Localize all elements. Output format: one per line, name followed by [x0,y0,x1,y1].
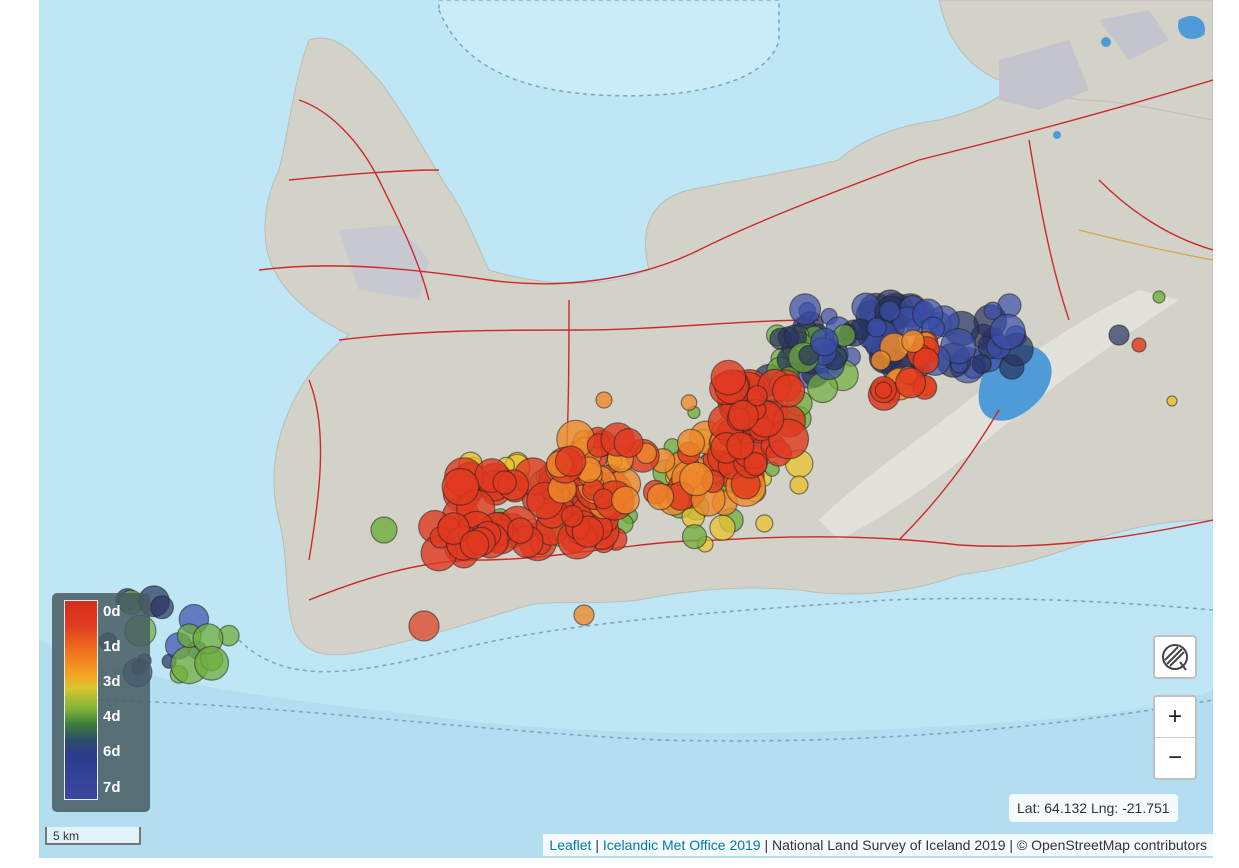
earthquake-marker[interactable] [554,445,587,477]
legend-label-3d: 3d [103,673,121,690]
attribution-text: | National Land Survey of Iceland 2019 |… [760,837,1207,853]
earthquake-marker[interactable] [746,385,768,407]
earthquake-marker[interactable] [573,604,595,626]
earthquake-marker[interactable] [1166,395,1178,407]
zoom-control: + − [1153,695,1197,780]
earthquake-marker[interactable] [755,514,774,533]
legend-label-4d: 4d [103,708,121,725]
earthquake-marker[interactable] [879,300,901,322]
earthquake-marker[interactable] [506,517,534,544]
legend-label-7d: 7d [103,779,121,796]
earthquake-marker[interactable] [592,488,615,510]
attribution-separator: | [591,837,603,853]
scale-bar: 5 km [45,827,141,845]
map-view[interactable]: 0d 1d 3d 4d 6d 7d + − Lat: 64.132 Lng: -… [39,0,1213,858]
earthquake-marker[interactable] [1152,290,1166,304]
zoom-in-button[interactable]: + [1155,697,1195,738]
earthquake-marker[interactable] [709,514,736,541]
earthquake-marker[interactable] [149,595,174,620]
earthquake-marker[interactable] [613,428,644,459]
earthquake-layer[interactable] [39,0,1213,858]
earthquake-marker[interactable] [560,504,584,528]
layers-button[interactable] [1155,637,1195,677]
earthquake-marker[interactable] [989,313,1026,350]
earthquake-marker[interactable] [492,470,517,495]
earthquake-marker[interactable] [459,529,490,560]
earthquake-marker[interactable] [1131,337,1147,353]
earthquake-marker[interactable] [679,461,714,497]
earthquake-marker[interactable] [726,431,755,460]
earthquake-marker[interactable] [676,428,706,457]
legend-label-6d: 6d [103,743,121,760]
layers-icon [1162,644,1188,671]
earthquake-marker[interactable] [866,317,887,338]
earthquake-marker[interactable] [971,353,992,375]
earthquake-marker[interactable] [646,482,675,511]
coordinate-readout: Lat: 64.132 Lng: -21.751 [1009,794,1178,822]
leaflet-link[interactable]: Leaflet [549,837,591,853]
earthquake-marker[interactable] [901,329,925,353]
imo-link[interactable]: Icelandic Met Office 2019 [603,837,761,853]
earthquake-marker[interactable] [441,467,480,506]
earthquake-marker[interactable] [370,516,398,544]
earthquake-marker[interactable] [789,475,809,495]
zoom-out-button[interactable]: − [1155,738,1195,778]
earthquake-marker[interactable] [680,394,698,411]
time-legend: 0d 1d 3d 4d 6d 7d [52,593,150,812]
earthquake-marker[interactable] [789,293,822,326]
earthquake-marker[interactable] [194,645,230,681]
earthquake-marker[interactable] [611,485,640,515]
earthquake-marker[interactable] [595,391,613,409]
legend-label-1d: 1d [103,638,121,655]
earthquake-marker[interactable] [870,350,891,371]
earthquake-marker[interactable] [1108,324,1130,346]
time-color-ramp [64,600,98,800]
earthquake-marker[interactable] [810,327,839,357]
earthquake-marker[interactable] [874,381,893,400]
earthquake-marker[interactable] [771,374,806,408]
earthquake-marker[interactable] [408,610,440,642]
map-attribution: Leaflet | Icelandic Met Office 2019 | Na… [543,834,1213,856]
earthquake-marker[interactable] [681,523,708,550]
layers-control[interactable] [1153,635,1197,679]
legend-label-0d: 0d [103,603,121,620]
earthquake-marker[interactable] [894,367,927,399]
earthquake-marker[interactable] [710,359,747,396]
